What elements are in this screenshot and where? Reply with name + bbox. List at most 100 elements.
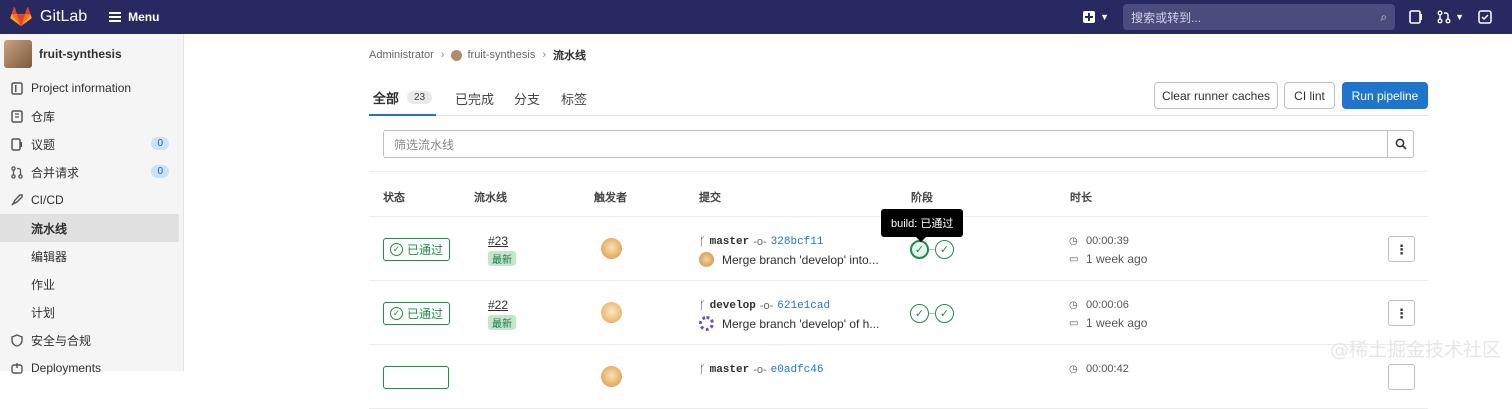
commit-ref: ᚴ develop -o- 621e1cad bbox=[699, 299, 830, 312]
gitlab-fox-icon bbox=[10, 7, 32, 27]
chevron-down-icon: ▼ bbox=[1100, 12, 1110, 22]
duration: ◷ 00:00:39 bbox=[1069, 235, 1129, 247]
commit-icon: -o- bbox=[759, 299, 774, 312]
commit-sha-link[interactable]: 621e1cad bbox=[777, 300, 830, 312]
commit-ref: ᚴ master -o- 328bcf11 bbox=[699, 235, 823, 248]
issues-shortcut-button[interactable] bbox=[1409, 10, 1423, 24]
triggerer-avatar[interactable] bbox=[601, 366, 622, 387]
sidebar-item-project-information[interactable]: Project information bbox=[0, 74, 183, 102]
status-badge[interactable] bbox=[383, 366, 449, 389]
commit-title-link[interactable]: Merge branch 'develop' of h... bbox=[722, 317, 879, 331]
sidebar-item-label: Deployments bbox=[31, 361, 102, 375]
pipeline-id-link[interactable]: #23 bbox=[488, 234, 508, 248]
pipeline-id-link[interactable]: #22 bbox=[488, 298, 508, 312]
more-actions-button[interactable] bbox=[1388, 364, 1415, 390]
sidebar-item-label: 议题 bbox=[31, 137, 56, 152]
breadcrumb-current[interactable]: 流水线 bbox=[553, 47, 586, 63]
rocket-icon bbox=[10, 194, 23, 207]
tab-all[interactable]: 全部 23 bbox=[369, 81, 436, 116]
check-circle-icon: ✓ bbox=[390, 243, 403, 256]
tab-label: 全部 bbox=[372, 91, 399, 106]
more-actions-button[interactable]: ⋮ bbox=[1388, 300, 1415, 326]
filter-input[interactable]: 筛选流水线 bbox=[384, 131, 1387, 157]
stage-build-passed-icon[interactable]: ✓ bbox=[910, 240, 929, 259]
triggerer-avatar[interactable] bbox=[601, 302, 622, 323]
sidebar-subitem-jobs[interactable]: 作业 bbox=[0, 270, 183, 298]
sidebar-item-merge-requests[interactable]: 合并请求 0 bbox=[0, 158, 183, 186]
merge-request-icon bbox=[10, 165, 23, 179]
sidebar-item-repository[interactable]: 仓库 bbox=[0, 102, 183, 130]
commit-sha-link[interactable]: 328bcf11 bbox=[771, 236, 824, 248]
sidebar-subitem-pipelines[interactable]: 流水线 bbox=[0, 214, 179, 242]
tab-tags[interactable]: 标签 bbox=[561, 81, 587, 116]
ci-lint-button[interactable]: CI lint bbox=[1284, 82, 1335, 109]
stage-tooltip: build: 已通过 bbox=[881, 209, 964, 242]
sidebar-item-deployments[interactable]: Deployments bbox=[0, 354, 183, 382]
commit-icon: -o- bbox=[753, 363, 767, 376]
sidebar-subitem-schedules[interactable]: 计划 bbox=[0, 298, 183, 326]
calendar-icon: ▭ bbox=[1069, 317, 1079, 329]
branch-link[interactable]: develop bbox=[710, 300, 756, 312]
breadcrumb-project[interactable]: fruit-synthesis bbox=[467, 49, 535, 61]
finished-value: 1 week ago bbox=[1086, 252, 1148, 266]
breadcrumb-root[interactable]: Administrator bbox=[369, 49, 434, 61]
stage-build-passed-icon[interactable]: ✓ bbox=[910, 304, 929, 323]
breadcrumb: Administrator › fruit-synthesis › 流水线 bbox=[369, 47, 586, 63]
sidebar-item-security[interactable]: 安全与合规 bbox=[0, 326, 183, 354]
commit-message: Merge branch 'develop' of h... bbox=[699, 316, 879, 331]
commit-message: Merge branch 'develop' into... bbox=[699, 252, 879, 267]
duration: ◷ 00:00:42 bbox=[1069, 363, 1129, 375]
sidebar-item-label: CI/CD bbox=[31, 193, 64, 207]
author-avatar[interactable] bbox=[699, 252, 714, 267]
commit-title-link[interactable]: Merge branch 'develop' into... bbox=[722, 253, 879, 267]
topbar-right: ▼ 搜索或转到... ⌕ ▼ bbox=[1083, 0, 1512, 34]
status-badge[interactable]: ✓ 已通过 bbox=[383, 302, 451, 325]
triggerer-avatar[interactable] bbox=[601, 238, 622, 259]
header-pipeline: 流水线 bbox=[474, 192, 507, 204]
latest-badge: 最新 bbox=[488, 315, 516, 330]
menu-button[interactable]: Menu bbox=[109, 10, 159, 24]
tab-branches[interactable]: 分支 bbox=[514, 81, 540, 116]
branch-link[interactable]: master bbox=[710, 364, 750, 376]
todos-button[interactable] bbox=[1478, 10, 1492, 24]
run-pipeline-button[interactable]: Run pipeline bbox=[1342, 82, 1428, 109]
sidebar-subitem-editor[interactable]: 编辑器 bbox=[0, 242, 183, 270]
plus-icon bbox=[1083, 11, 1096, 23]
sidebar-item-ci-cd[interactable]: CI/CD bbox=[0, 186, 183, 214]
branch-icon: ᚴ bbox=[699, 299, 706, 312]
search-input[interactable]: 搜索或转到... ⌕ bbox=[1123, 4, 1396, 30]
deploy-icon bbox=[10, 362, 23, 375]
search-icon: ⌕ bbox=[1380, 9, 1388, 24]
table-row: ✓ 已通过 #22 最新 ᚴ develop -o- 621e1cad Merg… bbox=[369, 281, 1428, 345]
stage-test-passed-icon[interactable]: ✓ bbox=[935, 304, 954, 323]
author-avatar[interactable] bbox=[699, 316, 714, 331]
filter-placeholder: 筛选流水线 bbox=[394, 137, 455, 152]
sidebar-project-header[interactable]: fruit-synthesis bbox=[0, 34, 183, 74]
branch-icon: ᚴ bbox=[699, 235, 706, 248]
sidebar-item-issues[interactable]: 议题 0 bbox=[0, 130, 183, 158]
chevron-down-icon: ▼ bbox=[1455, 12, 1464, 22]
merge-requests-count-badge: 0 bbox=[151, 165, 169, 178]
branch-link[interactable]: master bbox=[710, 236, 750, 248]
status-label: 已通过 bbox=[407, 307, 444, 321]
filter-search-button[interactable] bbox=[1387, 131, 1413, 157]
main-content: Administrator › fruit-synthesis › 流水线 全部… bbox=[185, 34, 1512, 409]
brand-name: GitLab bbox=[40, 8, 88, 25]
clock-icon: ◷ bbox=[1069, 235, 1078, 247]
clear-runner-caches-button[interactable]: Clear runner caches bbox=[1154, 82, 1278, 109]
commit-sha-link[interactable]: e0adfc46 bbox=[771, 364, 824, 376]
new-dropdown-button[interactable]: ▼ bbox=[1083, 11, 1109, 23]
status-badge[interactable]: ✓ 已通过 bbox=[383, 238, 451, 261]
merge-requests-dropdown[interactable]: ▼ bbox=[1437, 10, 1464, 24]
doc-icon bbox=[10, 109, 23, 123]
tab-finished[interactable]: 已完成 bbox=[455, 81, 494, 116]
clock-icon: ◷ bbox=[1069, 299, 1078, 311]
stage-test-passed-icon[interactable]: ✓ bbox=[935, 240, 954, 259]
pipeline-stages: ✓ ✓ bbox=[910, 304, 954, 323]
issues-count-badge: 0 bbox=[151, 137, 169, 150]
tab-label: 标签 bbox=[561, 92, 588, 107]
gitlab-logo[interactable]: GitLab bbox=[10, 7, 87, 27]
more-actions-button[interactable]: ⋮ bbox=[1388, 236, 1415, 262]
commit-icon: -o- bbox=[753, 235, 767, 248]
finished-at: ▭ 1 week ago bbox=[1069, 252, 1147, 266]
